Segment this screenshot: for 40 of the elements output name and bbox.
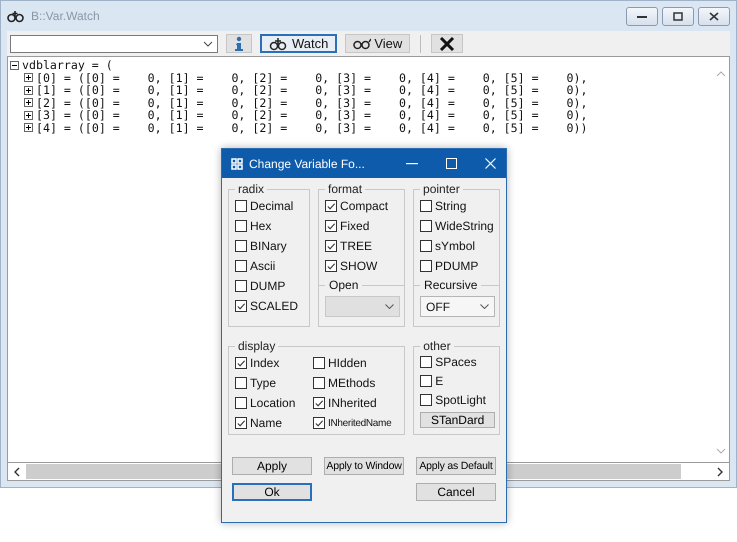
group-title: pointer: [422, 182, 461, 196]
tree-item-text: vdblarray = (: [22, 59, 113, 72]
checkbox-label: PDUMP: [435, 259, 478, 273]
checkbox-label: Index: [250, 356, 280, 370]
checkbox-label: Hex: [250, 219, 272, 233]
checkbox-label: INheritedName: [328, 418, 392, 428]
window-title: B::Var.Watch: [31, 9, 100, 23]
dialog-title: Change Variable Fo...: [249, 156, 365, 170]
checkbox-label: SHOW: [340, 259, 378, 273]
checkbox-label: SCALED: [250, 299, 298, 313]
checkbox-label: Name: [250, 416, 282, 430]
subgroup-title: Open: [329, 278, 358, 292]
group-title: display: [237, 339, 276, 353]
group-title: radix: [237, 182, 266, 196]
tree-item-text: [4] = ([0] = 0, [1] = 0, [2] = 0, [3] = 0, [4] = 0, [5] = 0)): [36, 122, 588, 134]
checkbox-label: SPaces: [435, 355, 477, 370]
tree-item-text: [3] = ([0] = 0, [1] = 0, [2] = 0, [3] = 0, [4] = 0, [5] = 0),: [36, 109, 588, 122]
checkbox-label: INherited: [328, 396, 377, 410]
checkbox-label: Ascii: [250, 259, 276, 273]
checkbox-label: Type: [250, 376, 276, 390]
checkbox-label: String: [435, 199, 466, 213]
group-title: format: [327, 182, 364, 196]
checkbox-label: sYmbol: [435, 239, 476, 253]
checkbox-label: WideString: [435, 219, 494, 233]
subgroup-title: Recursive: [424, 278, 478, 292]
checkbox-label: Location: [250, 396, 296, 410]
checkbox-label: Decimal: [250, 199, 294, 213]
checkbox-label: Compact: [340, 199, 388, 213]
tree-item-text: [2] = ([0] = 0, [1] = 0, [2] = 0, [3] = 0, [4] = 0, [5] = 0),: [36, 96, 588, 109]
checkbox-label: TREE: [340, 239, 372, 253]
tree-item-text: [0] = ([0] = 0, [1] = 0, [2] = 0, [3] = 0, [4] = 0, [5] = 0),: [36, 72, 588, 84]
checkbox-label: HIdden: [328, 356, 367, 370]
checkbox-label: BINary: [250, 239, 287, 253]
checkbox-label: MEthods: [328, 376, 376, 390]
checkbox-label: DUMP: [250, 279, 286, 293]
checkbox-label: Fixed: [340, 219, 370, 233]
group-title: other: [422, 339, 452, 353]
tree-item-text: [1] = ([0] = 0, [1] = 0, [2] = 0, [3] = 0, [4] = 0, [5] = 0),: [36, 84, 588, 96]
checkbox-label: SpotLight: [435, 392, 486, 407]
checkbox-label: E: [435, 374, 444, 388]
